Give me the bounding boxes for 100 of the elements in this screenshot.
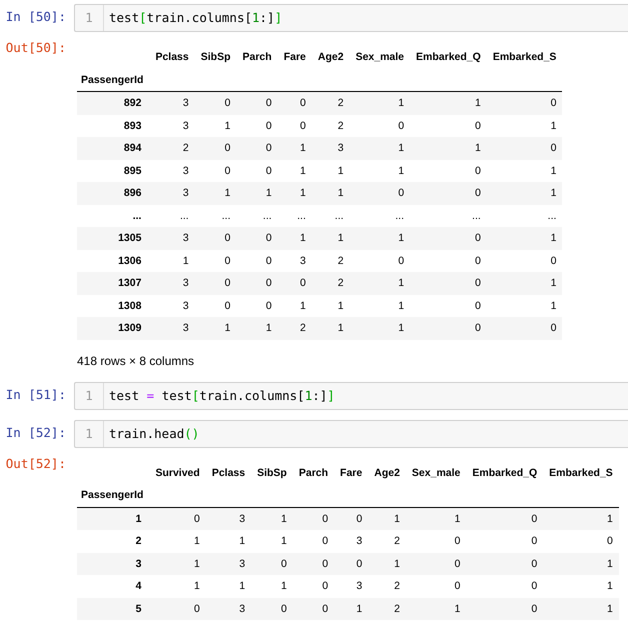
table-cell: 1 <box>368 507 406 530</box>
table-cell: 1 <box>236 317 278 340</box>
column-header: Pclass <box>154 50 190 66</box>
table-cell: 0 <box>334 507 368 530</box>
table-cell: 3 <box>149 227 195 250</box>
table-cell: 1 <box>194 317 236 340</box>
line-number: 1 <box>75 382 104 408</box>
table-cell: 1 <box>406 598 466 620</box>
table-cell: 1 <box>312 160 350 182</box>
code-line: test[train.columns[1:]] <box>108 9 282 27</box>
row-index: 4 <box>77 575 150 598</box>
column-header: Sex_male <box>354 50 406 66</box>
table-cell: 0 <box>466 552 544 575</box>
table-cell: 0 <box>149 507 206 530</box>
table-cell: 0 <box>466 575 544 598</box>
table-cell: 1 <box>486 227 562 250</box>
table-cell: 0 <box>486 250 562 272</box>
table-cell: 1 <box>543 552 619 575</box>
code-input[interactable]: 1 test[train.columns[1:]] <box>74 4 628 32</box>
table-cell: 0 <box>292 598 334 620</box>
column-header: Embarked_S <box>492 50 558 66</box>
table-cell: 0 <box>292 507 334 530</box>
column-header: Embarked_S <box>548 466 614 481</box>
table-cell: 2 <box>278 317 312 340</box>
table-cell: 1 <box>312 182 350 204</box>
column-header: Age2 <box>316 50 345 66</box>
column-header: Fare <box>339 466 364 481</box>
table-cell: 1 <box>251 507 293 530</box>
table-cell: 0 <box>194 272 236 294</box>
table-cell: 1 <box>350 92 410 114</box>
row-index: 1 <box>77 507 150 530</box>
table-cell: 0 <box>466 530 544 552</box>
table-cell: 1 <box>149 575 206 598</box>
table-cell: ... <box>410 204 487 227</box>
row-index: 892 <box>77 92 150 114</box>
code-line: test = test[train.columns[1:]] <box>108 386 335 404</box>
table-cell: 0 <box>251 598 293 620</box>
table-cell: 1 <box>350 227 410 250</box>
table-cell: 0 <box>410 294 487 317</box>
table-cell: 0 <box>292 575 334 598</box>
table-cell: 2 <box>368 530 406 552</box>
row-index: 894 <box>77 137 150 160</box>
table-cell: 1 <box>251 530 293 552</box>
column-header: SibSp <box>256 466 288 481</box>
table-cell: 1 <box>194 182 236 204</box>
table-cell: 0 <box>334 552 368 575</box>
table-cell: 1 <box>206 575 252 598</box>
column-header: Sex_male <box>410 466 462 481</box>
table-cell: 1 <box>278 160 312 182</box>
table-cell: 0 <box>194 92 236 114</box>
table-cell: 3 <box>206 507 252 530</box>
table-cell: 0 <box>406 530 466 552</box>
table-cell: 1 <box>486 294 562 317</box>
table-cell: 1 <box>149 250 195 272</box>
table-cell: 0 <box>236 250 278 272</box>
table-cell: 1 <box>334 598 368 620</box>
table-cell: 0 <box>350 182 410 204</box>
table-cell: 1 <box>543 575 619 598</box>
table-cell: 3 <box>149 114 195 137</box>
input-prompt: In [52]: <box>4 424 67 442</box>
table-cell: 0 <box>236 137 278 160</box>
table-cell: 0 <box>236 272 278 294</box>
table-cell: 1 <box>251 575 293 598</box>
table-cell: 0 <box>278 92 312 114</box>
table-cell: 1 <box>543 598 619 620</box>
table-cell: ... <box>486 204 562 227</box>
row-index: 896 <box>77 182 150 204</box>
column-header: Parch <box>242 50 273 66</box>
table-cell: 0 <box>278 114 312 137</box>
column-header: Fare <box>282 50 307 66</box>
row-index: 1307 <box>77 272 150 294</box>
table-cell: 0 <box>194 137 236 160</box>
table-cell: 3 <box>206 552 252 575</box>
table-cell: ... <box>350 204 410 227</box>
table-cell: 2 <box>368 575 406 598</box>
table-cell: 0 <box>410 160 487 182</box>
table-cell: ... <box>149 204 195 227</box>
column-header: SibSp <box>200 50 232 66</box>
column-header: Pclass <box>210 466 246 481</box>
table-cell: 0 <box>292 552 334 575</box>
table-cell: 1 <box>486 160 562 182</box>
table-cell: 1 <box>350 272 410 294</box>
table-cell: ... <box>278 204 312 227</box>
table-cell: ... <box>194 204 236 227</box>
output-prompt: Out[52]: <box>4 454 67 472</box>
column-header: Survived <box>154 466 201 481</box>
table-cell: 1 <box>149 530 206 552</box>
table-cell: 0 <box>194 294 236 317</box>
table-cell: 0 <box>466 598 544 620</box>
table-cell: 3 <box>334 575 368 598</box>
table-cell: 1 <box>350 137 410 160</box>
table-cell: 0 <box>486 92 562 114</box>
code-input[interactable]: 1 test = test[train.columns[1:]] <box>74 382 628 410</box>
code-input[interactable]: 1 train.head() <box>74 420 628 448</box>
table-cell: 1 <box>350 160 410 182</box>
row-index: 1305 <box>77 227 150 250</box>
code-line: train.head() <box>108 424 200 442</box>
table-cell: 1 <box>278 182 312 204</box>
row-index: ... <box>77 204 150 227</box>
row-index: 1306 <box>77 250 150 272</box>
